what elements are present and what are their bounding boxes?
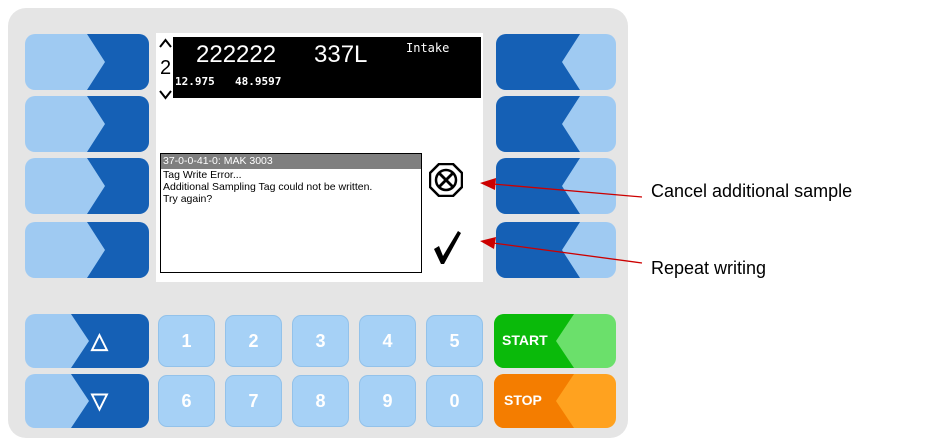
start-label: START <box>502 332 548 348</box>
callout-cancel-additional-sample: Cancel additional sample <box>651 181 853 201</box>
scroll-up-arrow[interactable] <box>159 36 172 48</box>
down-arrow-icon: ▽ <box>91 388 108 413</box>
key-6[interactable]: 6 <box>158 375 215 427</box>
dialog-line-3: Try again? <box>163 193 213 205</box>
right-softkey-4[interactable] <box>496 222 616 278</box>
display-screen: 2 222222 337L Intake 12.975 48.9597 37-0… <box>156 33 483 282</box>
checkmark-icon[interactable] <box>432 229 462 265</box>
right-softkey-2[interactable] <box>496 96 616 152</box>
left-softkey-3[interactable] <box>25 158 149 214</box>
left-softkey-1[interactable] <box>25 34 149 90</box>
key-5[interactable]: 5 <box>426 315 483 367</box>
up-arrow-icon: △ <box>91 328 108 353</box>
compartment-number: 2 <box>160 57 172 79</box>
cancel-x-icon[interactable] <box>428 162 464 198</box>
key-4[interactable]: 4 <box>359 315 416 367</box>
key-9[interactable]: 9 <box>359 375 416 427</box>
down-key[interactable]: ▽ <box>25 374 149 428</box>
dialog-line-1: Tag Write Error... <box>163 169 242 181</box>
coord-b: 48.9597 <box>235 75 282 88</box>
dialog-title: 37-0-0-41-0: MAK 3003 <box>161 154 421 169</box>
up-key[interactable]: △ <box>25 314 149 368</box>
mode-label: Intake <box>406 41 450 55</box>
scroll-down-arrow[interactable] <box>159 88 172 100</box>
coord-a: 12.975 <box>175 75 215 88</box>
volume-value: 337L <box>314 41 368 68</box>
key-8[interactable]: 8 <box>292 375 349 427</box>
start-button[interactable]: START <box>494 314 616 368</box>
left-softkey-4[interactable] <box>25 222 149 278</box>
key-0[interactable]: 0 <box>426 375 483 427</box>
right-softkey-1[interactable] <box>496 34 616 90</box>
dialog-line-2: Additional Sampling Tag could not be wri… <box>163 181 373 193</box>
tag-error-dialog: 37-0-0-41-0: MAK 3003 Tag Write Error...… <box>160 153 422 273</box>
stop-button[interactable]: STOP <box>494 374 616 428</box>
callout-repeat-writing: Repeat writing <box>651 258 767 278</box>
status-bar: 222222 337L Intake 12.975 48.9597 <box>173 37 481 98</box>
key-1[interactable]: 1 <box>158 315 215 367</box>
id-value: 222222 <box>196 41 277 68</box>
key-2[interactable]: 2 <box>225 315 282 367</box>
stop-label: STOP <box>504 392 542 408</box>
left-softkey-2[interactable] <box>25 96 149 152</box>
key-7[interactable]: 7 <box>225 375 282 427</box>
right-softkey-3[interactable] <box>496 158 616 214</box>
key-3[interactable]: 3 <box>292 315 349 367</box>
